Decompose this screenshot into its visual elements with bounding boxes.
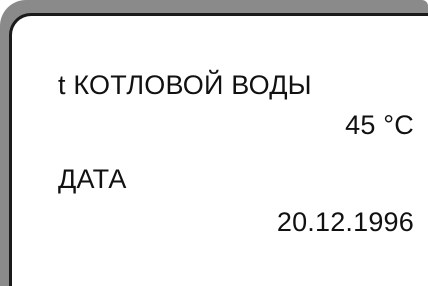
display-bezel: t КОТЛОВОЙ ВОДЫ 45 °C ДАТА 20.12.1996 bbox=[0, 0, 428, 286]
date-label: ДАТА bbox=[58, 164, 127, 194]
date-value: 20.12.1996 bbox=[276, 207, 414, 237]
boiler-water-temp-label: t КОТЛОВОЙ ВОДЫ bbox=[58, 70, 312, 100]
boiler-water-temp-value: 45 °C bbox=[345, 110, 414, 140]
lcd-screen: t КОТЛОВОЙ ВОДЫ 45 °C ДАТА 20.12.1996 bbox=[9, 13, 428, 286]
